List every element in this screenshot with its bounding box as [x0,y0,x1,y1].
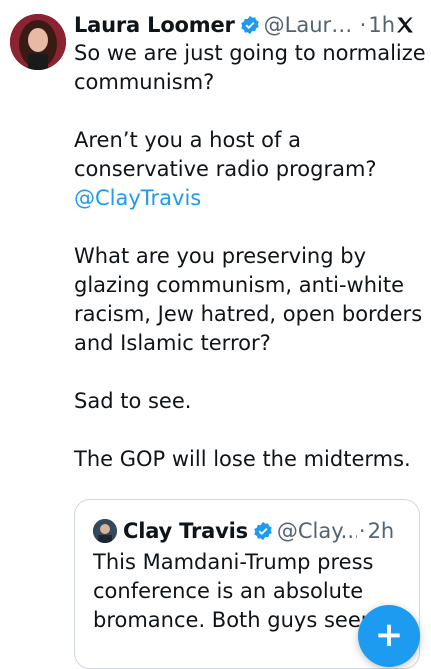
tweet-paragraph: The GOP will lose the midterms. [74,447,411,471]
plus-icon: + [374,615,404,655]
timestamp[interactable]: 1h [368,13,395,37]
author-name[interactable]: Laura Loomer [74,13,235,37]
separator-dot: · [358,519,366,543]
compose-button[interactable]: + [358,605,420,667]
author-avatar[interactable] [10,14,66,70]
separator-dot: · [359,13,367,37]
tweet-paragraph-text: Aren’t you a host of a conservative radi… [74,128,377,181]
mention-link[interactable]: @ClayTravis [74,184,426,213]
tweet-paragraph: Aren’t you a host of a conservative radi… [74,126,426,213]
tweet-paragraph: So we are just going to normalize commun… [74,41,426,94]
tweet-body: So we are just going to normalize commun… [74,39,426,503]
verified-badge-icon [253,521,273,541]
tweet-header: Laura Loomer @Laura... · 1h [74,10,423,40]
x-logo-icon [395,15,415,35]
quoted-author-avatar[interactable] [93,519,117,543]
quoted-author-handle[interactable]: @Clay... [277,519,357,543]
tweet-paragraph: What are you preserving by glazing commu… [74,244,423,355]
quoted-timestamp[interactable]: 2h [368,519,395,543]
quoted-tweet-header: Clay Travis @Clay... · 2h [93,516,407,546]
tweet-paragraph: Sad to see. [74,389,192,413]
quoted-author-name[interactable]: Clay Travis [123,519,248,543]
author-handle[interactable]: @Laura... [264,13,358,37]
verified-badge-icon [240,15,260,35]
